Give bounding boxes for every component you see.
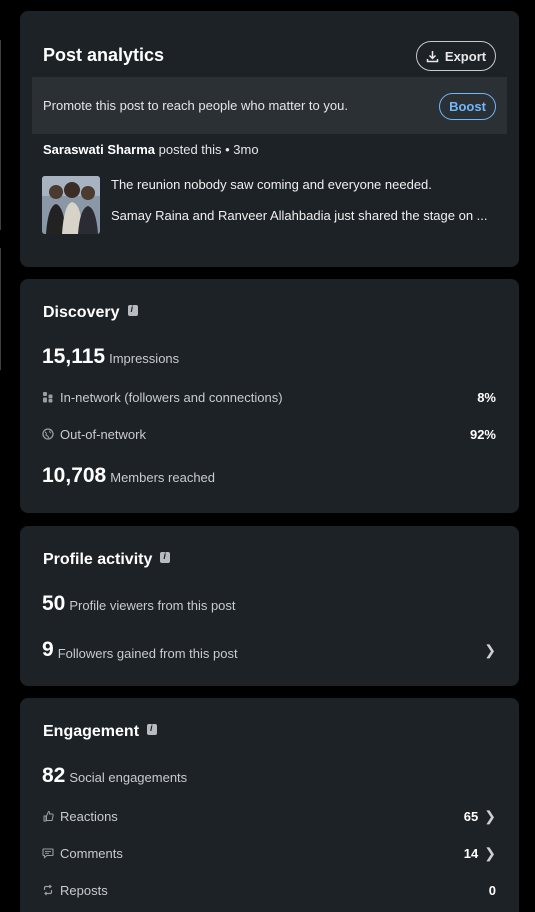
members-reached-stat: 10,708 Members reached (42, 464, 215, 488)
profile-activity-title: Profile activity (43, 551, 171, 569)
chevron-right-icon[interactable]: ❯ (484, 808, 496, 825)
download-icon (426, 50, 439, 62)
members-reached-label: Members reached (110, 470, 216, 485)
thumbnail-image (42, 176, 100, 234)
social-engagements-stat: 82 Social engagements (42, 764, 187, 788)
globe-icon (42, 428, 54, 440)
reactions-row[interactable]: Reactions 65 ❯ (42, 806, 496, 826)
like-icon (42, 810, 54, 822)
reactions-label: Reactions (60, 808, 118, 824)
profile-activity-title-text: Profile activity (43, 551, 153, 568)
post-text-line-1[interactable]: The reunion nobody saw coming and everyo… (111, 177, 432, 192)
export-button[interactable]: Export (416, 41, 496, 71)
profile-viewers-stat: 50 Profile viewers from this post (42, 592, 236, 616)
profile-activity-card: Profile activity 50Profile viewers from … (20, 526, 519, 686)
post-analytics-card: Post analytics Export Promote this post … (20, 11, 519, 267)
out-network-row: Out-of-network 92% (42, 424, 496, 444)
in-network-row: In-network (followers and connections) 8… (42, 387, 496, 407)
post-analytics-title: Post analytics (43, 45, 165, 65)
engagement-title: Engagement (43, 723, 158, 741)
engagement-title-text: Engagement (43, 723, 140, 740)
post-byline: Saraswati Sharma posted this • 3mo (43, 142, 259, 157)
export-label: Export (444, 48, 487, 64)
social-engagements-label: Social engagements (69, 770, 188, 785)
reposts-label: Reposts (60, 882, 108, 898)
followers-gained-value: 9 (42, 638, 54, 661)
discovery-card: Discovery 15,115Impressions In-network (… (20, 279, 519, 513)
chevron-right-icon[interactable]: ❯ (484, 642, 496, 659)
in-network-value: 8% (477, 389, 496, 405)
boost-button[interactable]: Boost (439, 93, 496, 120)
left-divider-bottom (0, 248, 1, 370)
discovery-title-text: Discovery (43, 304, 120, 321)
profile-viewers-value: 50 (42, 592, 66, 615)
impressions-label: Impressions (109, 351, 180, 366)
info-icon[interactable] (147, 723, 158, 735)
left-divider-top (0, 40, 1, 230)
engagement-card: Engagement 82Social engagements Reaction… (20, 698, 519, 912)
social-engagements-value: 82 (42, 764, 66, 787)
reposts-value: 0 (488, 882, 496, 898)
promo-banner: Promote this post to reach people who ma… (32, 77, 507, 134)
profile-viewers-label: Profile viewers from this post (69, 598, 236, 613)
posted-meta: posted this • 3mo (158, 142, 259, 157)
discovery-title: Discovery (43, 304, 138, 322)
info-icon[interactable] (160, 551, 171, 563)
in-network-label: In-network (followers and connections) (60, 389, 283, 405)
comments-row[interactable]: Comments 14 ❯ (42, 843, 496, 863)
chevron-right-icon[interactable]: ❯ (484, 845, 496, 862)
people-icon (42, 391, 54, 403)
members-reached-value: 10,708 (42, 464, 107, 487)
repost-icon (42, 884, 54, 896)
reposts-row: Reposts 0 (42, 880, 496, 900)
impressions-value: 15,115 (42, 345, 106, 368)
post-thumbnail[interactable] (42, 176, 100, 234)
comment-icon (42, 847, 54, 859)
out-network-label: Out-of-network (60, 426, 146, 442)
post-text-line-2[interactable]: Samay Raina and Ranveer Allahbadia just … (111, 208, 488, 223)
impressions-stat: 15,115 Impressions (42, 345, 179, 369)
comments-label: Comments (60, 845, 123, 861)
info-icon[interactable] (127, 304, 138, 316)
promo-text: Promote this post to reach people who ma… (43, 98, 348, 113)
author-name[interactable]: Saraswati Sharma (43, 142, 155, 157)
comments-value: 14 (463, 845, 479, 861)
out-network-value: 92% (469, 426, 496, 442)
followers-gained-row[interactable]: 9 Followers gained from this post ❯ (42, 637, 496, 663)
reactions-value: 65 (463, 808, 479, 824)
followers-gained-label: Followers gained from this post (57, 645, 238, 661)
